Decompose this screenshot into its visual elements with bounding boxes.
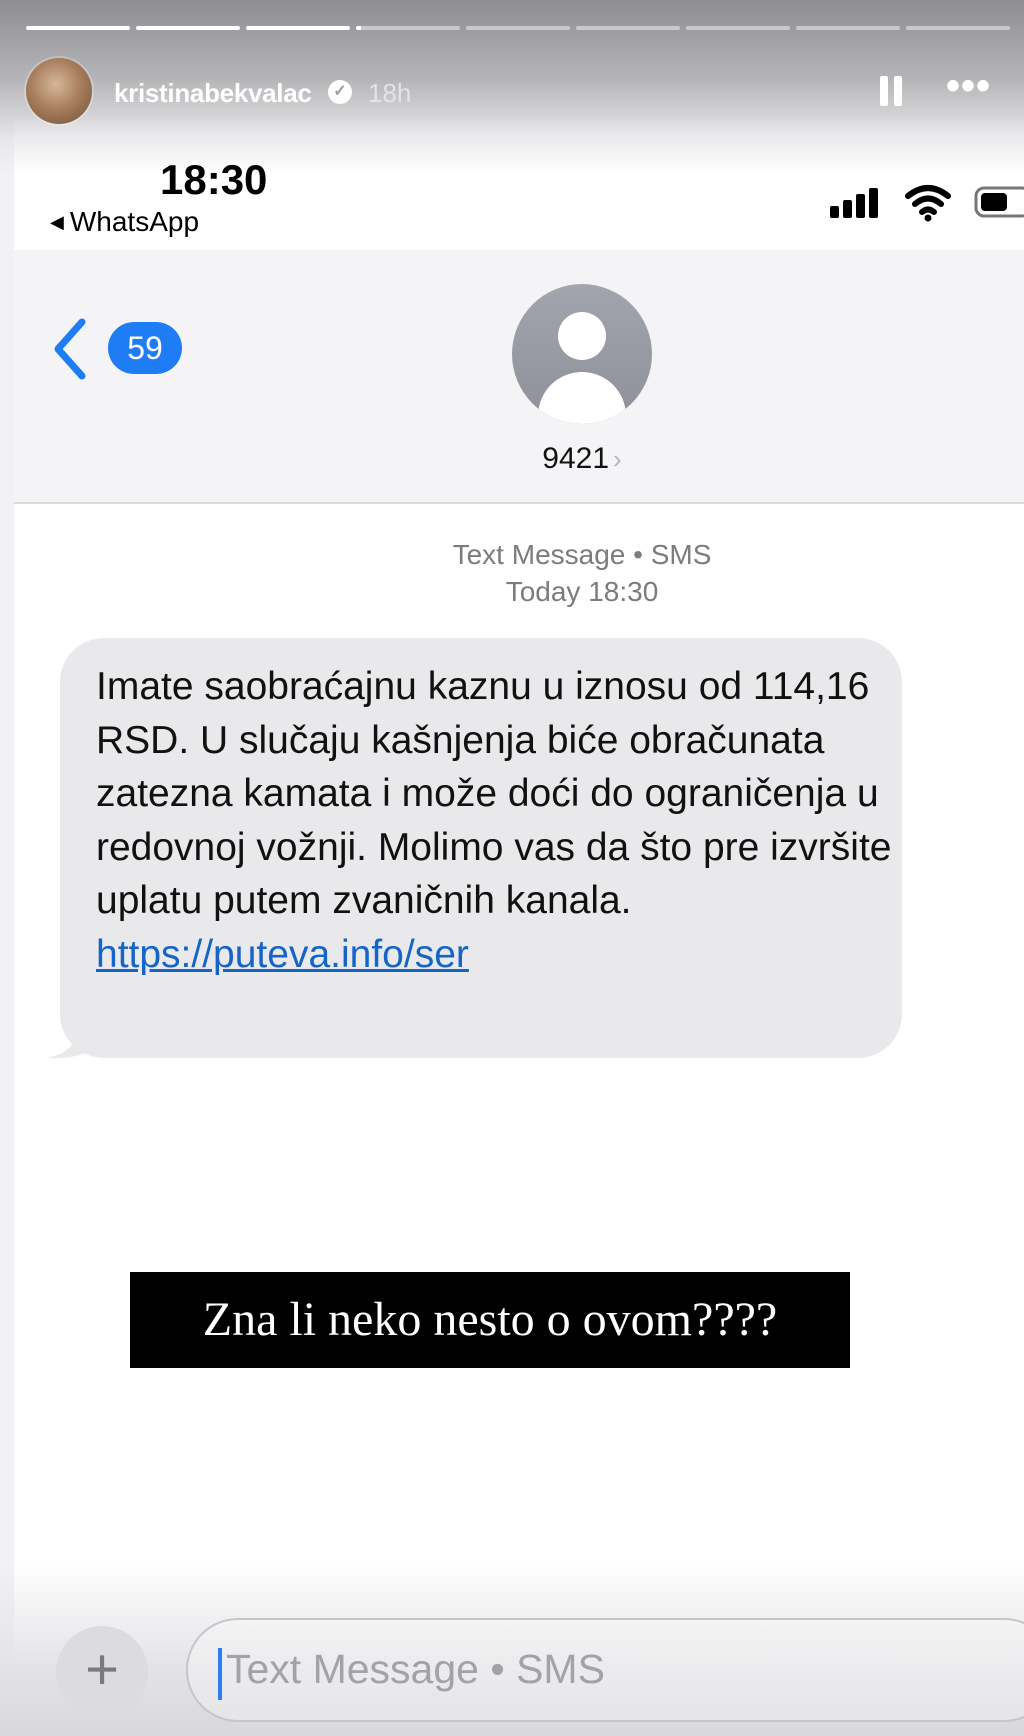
message-service-label: Text Message • SMS (452, 539, 712, 570)
story-progress-segment (906, 26, 1010, 30)
back-chevron-icon[interactable] (50, 318, 90, 380)
message-input-placeholder: Text Message • SMS (226, 1646, 605, 1692)
story-progress-bar (26, 26, 1010, 32)
story-progress-fill (26, 26, 130, 30)
contact-avatar[interactable] (512, 284, 652, 424)
message-timestamp: Today 18:30 (505, 576, 659, 607)
story-progress-segment (26, 26, 130, 30)
message-meta: Text Message • SMS Today 18:30 (380, 536, 784, 610)
avatar[interactable] (26, 58, 92, 124)
unread-count-badge[interactable]: 59 (108, 322, 182, 374)
battery-icon (974, 186, 1024, 218)
back-app-label: WhatsApp (69, 206, 200, 237)
contact-name[interactable]: 9421 › (512, 442, 652, 476)
verified-badge-icon: ✓ (328, 80, 352, 104)
story-header: kristinabekvalac ✓ 18h ••• (26, 58, 1006, 126)
pause-button[interactable] (876, 72, 908, 108)
more-options-icon[interactable]: ••• (946, 66, 991, 106)
story-username[interactable]: kristinabekvalac (114, 78, 312, 109)
story-progress-segment (136, 26, 240, 30)
add-attachment-button[interactable]: + (56, 1626, 148, 1718)
message-link[interactable]: https://puteva.info/ser (96, 933, 469, 976)
story-progress-segment (356, 26, 460, 30)
message-body: Imate saobraćajnu kaznu u iznosu od 114,… (96, 665, 892, 922)
story-progress-fill (136, 26, 240, 30)
cellular-signal-icon (830, 188, 886, 218)
story-time: 18h (368, 78, 412, 108)
story-progress-segment (796, 26, 900, 30)
message-text: Imate saobraćajnu kaznu u iznosu od 114,… (96, 660, 896, 981)
wifi-icon (905, 185, 951, 222)
story-progress-segment (246, 26, 350, 30)
story-progress-fill (356, 26, 362, 30)
status-clock: 18:30 (160, 156, 268, 203)
story-progress-segment (466, 26, 570, 30)
chevron-right-icon: › (613, 444, 622, 474)
back-to-app-link[interactable]: ◀ WhatsApp (50, 206, 199, 238)
story-progress-segment (576, 26, 680, 30)
story-frame: kristinabekvalac ✓ 18h ••• 18:30 ◀ WhatsA… (0, 0, 1024, 1736)
pause-icon (880, 76, 888, 106)
person-icon (558, 312, 606, 360)
contact-number: 9421 (542, 442, 610, 475)
story-progress-fill (246, 26, 350, 30)
text-caret (218, 1648, 222, 1700)
story-caption-overlay: Zna li neko nesto o ovom???? (130, 1272, 850, 1368)
back-triangle-icon: ◀ (50, 212, 64, 232)
story-progress-segment (686, 26, 790, 30)
